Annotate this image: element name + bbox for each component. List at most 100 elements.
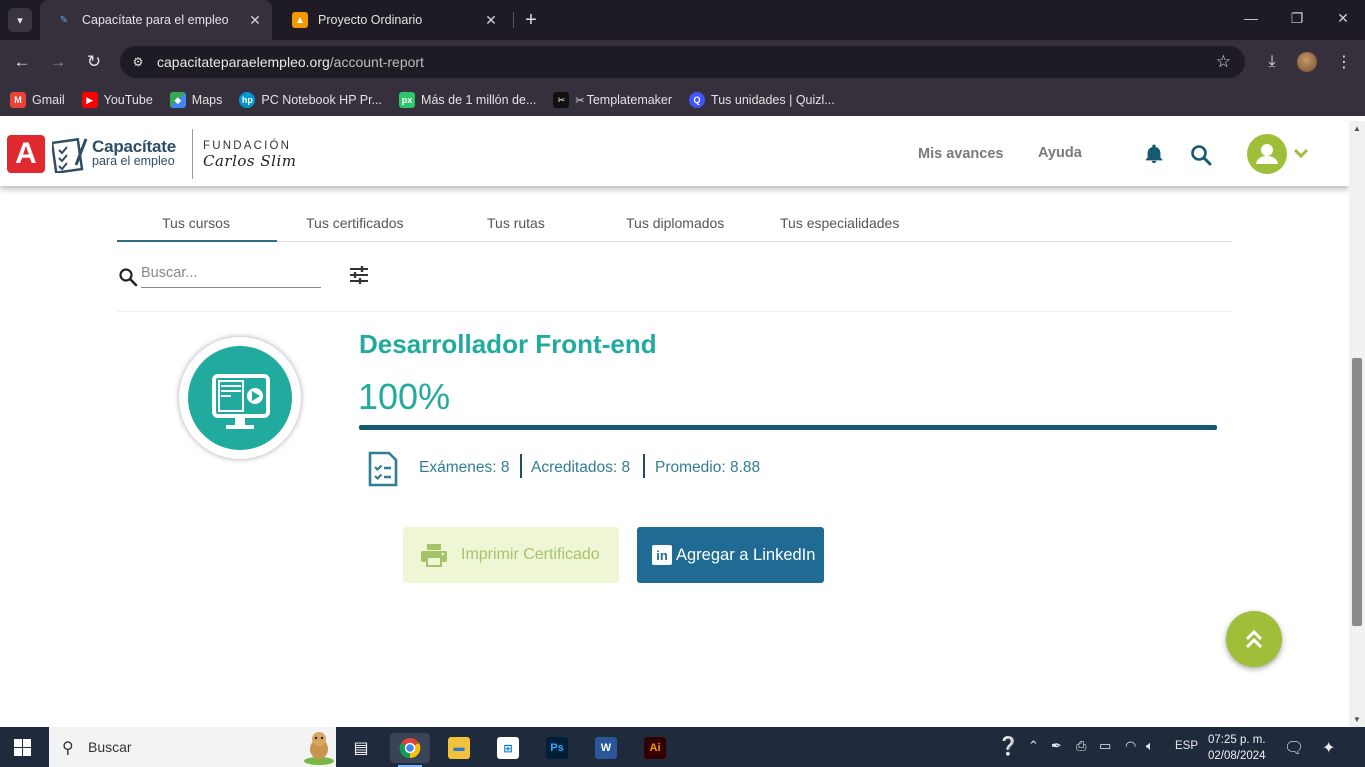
bookmark-pixabay[interactable]: px Más de 1 millón de... [399,92,536,108]
url-text[interactable]: capacitateparaelempleo.org/account-repor… [157,54,424,70]
tab-separator [513,12,514,28]
scroll-up-arrow-icon[interactable]: ▲ [1349,124,1365,133]
task-view-icon: ▤ [353,740,369,757]
browser-toolbar: ← → ↻ ⚙ capacitateparaelempleo.org/accou… [0,40,1365,84]
taskbar-chrome[interactable] [390,733,430,767]
profile-avatar[interactable] [1297,52,1317,72]
course-title[interactable]: Desarrollador Front-end [359,329,657,360]
brand-badge[interactable]: A [7,135,45,173]
page-viewport: A Capacítate para el empleo FUNDACIÓN Ca… [0,121,1349,727]
close-window-button[interactable]: ✕ [1333,10,1353,27]
copilot-icon[interactable]: ✦ [1322,738,1335,758]
chevron-down-icon[interactable] [1293,143,1309,164]
minimize-button[interactable]: — [1241,10,1261,26]
forward-button[interactable]: → [47,51,69,73]
show-hidden-icons-chevron-icon[interactable]: ⌃ [1028,738,1039,754]
bookmark-gmail[interactable]: M Gmail [10,92,65,108]
clock-time: 07:25 p. m. [1208,734,1266,746]
bookmark-youtube[interactable]: ▶ YouTube [81,92,153,108]
tab-tus-certificados[interactable]: Tus certificados [306,215,404,231]
course-card: Desarrollador Front-end 100% Exámenes: 8… [117,311,1232,607]
taskbar-illustrator[interactable]: Ai [635,733,675,763]
restore-button[interactable]: ❐ [1287,10,1307,27]
scroll-down-arrow-icon[interactable]: ▼ [1349,715,1365,724]
bookmark-label: Gmail [32,93,65,107]
bookmark-hp[interactable]: hp PC Notebook HP Pr... [239,92,382,108]
task-view-button[interactable]: ▤ [341,733,381,763]
taskbar-store[interactable]: ⊞ [488,733,528,763]
back-button[interactable]: ← [11,51,33,73]
tab-tus-rutas[interactable]: Tus rutas [487,215,545,231]
close-tab-icon[interactable]: ✕ [482,11,500,29]
scroll-to-top-button[interactable] [1226,611,1282,667]
scrollbar-thumb[interactable] [1352,358,1362,626]
brand-tagline: para el empleo [92,154,175,168]
course-tabs: Tus cursos Tus certificados Tus rutas Tu… [117,203,1232,242]
photoshop-icon: Ps [546,737,568,759]
taskbar-file-explorer[interactable]: ▬ [439,733,479,763]
tab-capacitate[interactable]: ✎ Capacítate para el empleo ✕ [40,0,272,40]
new-tab-button[interactable]: + [520,9,542,31]
foundation-label: FUNDACIÓN [203,140,292,152]
download-icon[interactable]: ⤓ [1261,51,1283,73]
notifications-icon[interactable]: 🗨︎ [1284,738,1304,758]
reload-button[interactable]: ↻ [83,51,105,73]
site-info-icon[interactable]: ⚙ [130,54,146,70]
search-input[interactable] [141,258,321,288]
page-scrollbar[interactable]: ▲ ▼ [1349,121,1365,727]
language-indicator[interactable]: ESP [1175,740,1198,752]
clock-date: 02/08/2024 [1208,750,1266,762]
tab-tus-cursos[interactable]: Tus cursos [162,215,230,231]
battery-icon[interactable]: ▭ [1099,738,1111,754]
printer-icon [421,544,447,567]
stat-divider [520,454,522,478]
print-certificate-button[interactable]: Imprimir Certificado [403,527,619,583]
tab-tus-especialidades[interactable]: Tus especialidades [780,215,899,231]
tab-title: Capacítate para el empleo [82,13,229,27]
filter-sliders-icon[interactable] [348,264,370,286]
classroom-favicon-icon: ▲ [292,12,308,28]
add-to-linkedin-label: Agregar a LinkedIn [676,545,816,564]
volume-icon[interactable]: 🔈︎ [1146,738,1154,754]
bookmark-label: YouTube [103,93,153,107]
windows-taskbar: ⚲ Buscar ▤ ▬ ⊞ Ps W Ai ❔ ⌃ ✒ ⎙ ▭ ◠ � [0,727,1365,767]
address-bar[interactable]: ⚙ capacitateparaelempleo.org/account-rep… [120,46,1245,78]
exam-checklist-icon [368,451,398,487]
search-icon: ⚲ [62,740,74,757]
bookmark-templatemaker[interactable]: ✂ ✂ Templatemaker [553,92,672,108]
logo-divider [192,129,193,179]
help-icon[interactable]: ❔ [997,736,1019,757]
bell-icon[interactable] [1143,143,1165,165]
search-icon[interactable] [1189,143,1213,167]
bookmark-star-icon[interactable]: ☆ [1216,52,1231,72]
camera-icon[interactable]: ⎙ [1076,738,1086,754]
bookmark-quizlet[interactable]: Q Tus unidades | Quizl... [689,92,835,108]
tab-search-button[interactable]: ▾ [8,8,32,32]
tab-proyecto-ordinario[interactable]: ▲ Proyecto Ordinario ✕ [276,0,508,40]
search-highlight-icon [304,732,334,765]
user-avatar[interactable] [1247,134,1287,174]
nav-ayuda[interactable]: Ayuda [1038,145,1082,161]
add-to-linkedin-button[interactable]: in Agregar a LinkedIn [637,527,824,583]
taskbar-search-box[interactable]: ⚲ Buscar [49,727,336,767]
taskbar-clock[interactable]: 07:25 p. m. 02/08/2024 [1208,732,1266,764]
windows-start-icon[interactable] [14,739,31,756]
nav-mis-avances[interactable]: Mis avances [918,146,1003,162]
menu-kebab-icon[interactable]: ⋮ [1333,51,1355,73]
stat-accredited: Acreditados: 8 [531,459,631,476]
stat-average: Promedio: 8.88 [655,459,761,476]
templatemaker-icon: ✂ [553,92,570,108]
folder-icon: ▬ [448,737,470,759]
print-certificate-label: Imprimir Certificado [461,546,600,563]
wifi-icon[interactable]: ◠ [1125,738,1136,754]
pen-icon[interactable]: ✒ [1051,738,1062,754]
tab-tus-diplomados[interactable]: Tus diplomados [626,215,724,231]
capacitate-favicon-icon: ✎ [59,14,69,26]
gmail-icon: M [10,92,26,108]
active-tab-indicator [117,240,277,242]
maps-icon: ◆ [169,92,186,108]
taskbar-photoshop[interactable]: Ps [537,733,577,763]
close-tab-icon[interactable]: ✕ [246,11,264,29]
bookmark-maps[interactable]: ◆ Maps [169,92,222,108]
taskbar-word[interactable]: W [586,733,626,763]
